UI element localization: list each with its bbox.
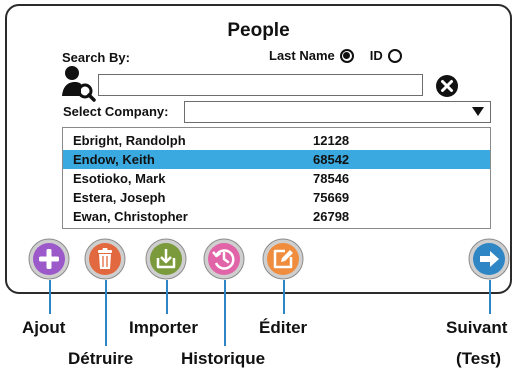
edit-button[interactable] [262,238,304,280]
radio-id[interactable] [387,48,402,63]
select-company-label: Select Company: [63,104,169,119]
list-item[interactable]: Esotioko, Mark 78546 [63,169,490,188]
next-button[interactable] [468,238,510,280]
callout-line-add [49,280,51,314]
trash-icon [84,238,126,280]
clear-search-icon[interactable] [435,74,459,98]
delete-label: Détruire [68,349,134,368]
radio-id-label: ID [369,48,383,63]
company-select[interactable] [184,101,491,123]
edit-label: Éditer [259,318,308,337]
callout-line-delete [105,280,107,346]
radio-last-name-label: Last Name [269,48,335,63]
history-button[interactable] [203,238,245,280]
search-by-label: Search By: [62,50,130,65]
plus-icon [28,238,70,280]
person-name: Esotioko, Mark [73,171,166,186]
import-label: Importer [129,318,198,337]
next-sublabel: (Test) [456,349,502,368]
history-icon [203,238,245,280]
person-search-icon [62,66,96,102]
list-item-selected[interactable]: Endow, Keith 68542 [63,150,490,169]
people-list[interactable]: Ebright, Randolph 12128 Endow, Keith 685… [62,127,491,229]
list-item[interactable]: Ewan, Christopher 26798 [63,207,490,226]
list-item[interactable]: Estera, Joseph 75669 [63,188,490,207]
callout-line-history [224,280,226,346]
delete-button[interactable] [84,238,126,280]
next-label: Suivant [446,318,508,337]
person-id: 68542 [313,152,350,167]
person-name: Ebright, Randolph [73,133,186,148]
people-dialog: People Search By: Last Name ID Select Co… [5,4,512,294]
search-mode-group: Last Name ID [269,48,402,63]
edit-icon [262,238,304,280]
add-button[interactable] [28,238,70,280]
arrow-right-icon [468,238,510,280]
person-id: 78546 [313,171,350,186]
person-id: 26798 [313,209,350,224]
person-name: Endow, Keith [73,152,155,167]
import-button[interactable] [145,238,187,280]
person-id: 12128 [313,133,350,148]
list-item[interactable]: Ebright, Randolph 12128 [63,131,490,150]
chevron-down-icon [472,107,484,116]
person-name: Estera, Joseph [73,190,166,205]
person-name: Ewan, Christopher [73,209,188,224]
person-id: 75669 [313,190,350,205]
radio-last-name[interactable] [339,48,354,63]
add-label: Ajout [22,318,66,337]
callout-line-import [166,280,168,314]
dialog-title: People [227,20,290,41]
history-label: Historique [181,349,266,368]
callout-line-next [489,280,491,314]
callout-line-edit [283,280,285,314]
import-icon [145,238,187,280]
search-input[interactable] [98,74,423,96]
